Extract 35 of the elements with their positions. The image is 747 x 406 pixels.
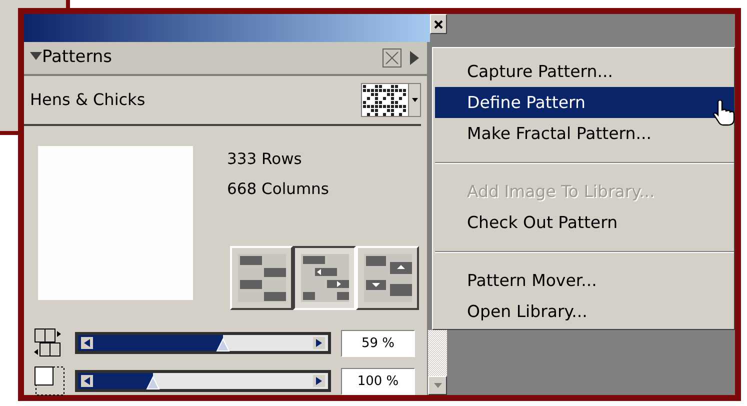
menu-item[interactable]: Pattern Mover... [435,265,734,296]
scale-icon [34,366,66,396]
slider-right-arrow-icon[interactable] [313,375,325,387]
slider-track[interactable] [75,332,331,354]
tile-mode-icon [364,254,412,302]
pattern-thumbnail-icon [362,84,408,116]
tile-mode-icon [300,254,348,302]
slider-thumb[interactable] [146,376,160,390]
menu-item[interactable]: Check Out Pattern [435,207,734,238]
slider-right-arrow-icon[interactable] [313,337,325,349]
value-field[interactable]: 59 % [341,330,415,356]
close-button[interactable] [430,14,447,34]
caret-icon [412,98,418,102]
value-field[interactable]: 100 % [341,368,415,394]
tile-mode-button[interactable] [293,246,356,310]
slider-left-arrow-icon[interactable] [81,337,93,349]
close-box-icon[interactable] [382,48,402,68]
down-arrow-icon [434,383,442,388]
menu-item[interactable]: Capture Pattern... [435,56,734,87]
pattern-swatch-dropdown[interactable] [361,83,421,117]
menu-item[interactable]: Make Fractal Pattern... [435,118,734,149]
slider-thumb[interactable] [216,338,230,352]
slider-left-arrow-icon[interactable] [81,375,93,387]
rows-count: 333 Rows [227,149,303,170]
close-icon [434,20,443,28]
menu-item[interactable]: Open Library... [435,296,734,327]
tile-mode-icon [238,254,286,302]
columns-count: 668 Columns [227,179,330,200]
scroll-down-button[interactable] [428,376,447,395]
menu-item[interactable]: Define Pattern [435,87,734,118]
scrollbar[interactable] [428,330,447,395]
panel-title: Patterns [42,46,112,70]
panel-menu-arrow-icon[interactable] [410,51,419,65]
slider-track[interactable] [75,370,331,392]
pattern-name: Hens & Chicks [30,89,146,111]
